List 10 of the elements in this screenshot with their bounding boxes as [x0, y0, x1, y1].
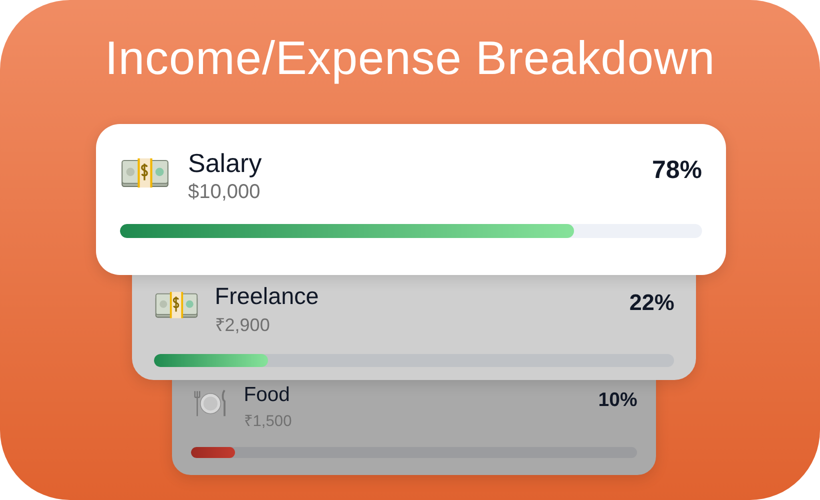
category-amount: ₹2,900: [214, 314, 271, 336]
category-name: Salary: [188, 148, 263, 180]
category-percent: 22%: [629, 290, 674, 316]
category-amount: ₹1,500: [244, 412, 293, 432]
category-name: Food: [244, 383, 291, 408]
category-percent: 78%: [652, 156, 702, 185]
category-amount: $10,000: [188, 181, 262, 204]
page-title: Income/Expense Breakdown: [104, 30, 716, 85]
category-percent: 10%: [598, 389, 638, 412]
category-name: Freelance: [214, 282, 320, 310]
